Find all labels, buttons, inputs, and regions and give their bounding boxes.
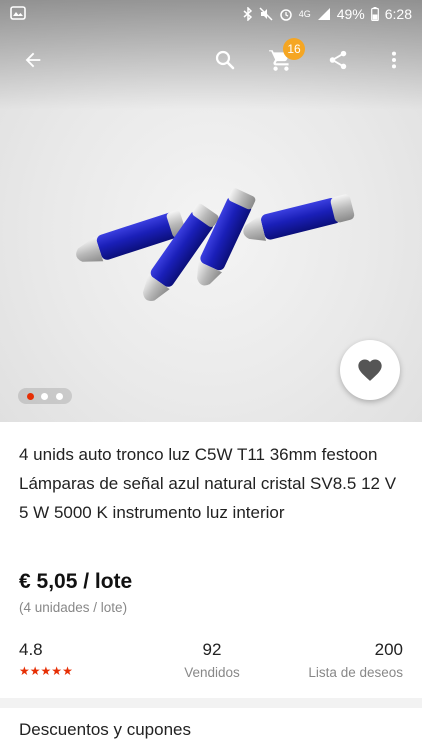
more-options-button[interactable] [372,36,416,84]
star-icon: ★ [19,664,30,678]
bluetooth-icon [243,7,253,21]
search-icon [215,50,235,70]
rating-stars[interactable]: ★★★★★ [19,664,73,678]
gallery-notification-icon [10,5,26,23]
carousel-dot[interactable] [26,392,34,400]
clock-time: 6:28 [384,6,412,22]
cart-count-badge: 16 [283,38,305,60]
share-button[interactable] [316,36,360,84]
star-icon: ★ [29,664,41,678]
wishlist-count: 200 [374,640,403,659]
battery-percent: 49% [336,6,365,22]
arrow-left-icon [25,52,41,68]
top-toolbar: 16 [0,36,422,84]
network-type-label: 4G [298,9,311,19]
star-icon: ★ [40,664,52,678]
product-title: 4 unids auto tronco luz C5W T11 36mm fes… [19,445,397,522]
sold-label: Vendidos [184,665,240,680]
units-per-lot: (4 unidades / lote) [19,600,128,615]
carousel-indicator [18,388,72,404]
star-icon: ★ [62,664,73,678]
back-button[interactable] [11,36,55,84]
share-icon [329,50,347,70]
signal-icon [317,7,331,21]
heart-icon [358,359,382,381]
carousel-dot[interactable] [41,392,49,400]
more-vertical-icon [391,51,397,69]
product-price: € 5,05 / lote [19,570,133,593]
carousel-dot[interactable] [56,392,64,400]
status-bar: 4G 49% 6:28 [0,0,422,28]
battery-icon [370,7,379,21]
sold-count: 92 [202,640,222,659]
alarm-icon [279,7,293,21]
cart-button[interactable]: 16 [259,36,305,84]
mute-icon [259,7,273,21]
star-icon: ★ [51,664,63,678]
wishlist-button[interactable] [340,340,400,400]
section-divider [0,698,422,708]
rating-value: 4.8 [19,640,43,659]
wishlist-label[interactable]: Lista de deseos [308,665,403,680]
discounts-coupons-row[interactable]: Descuentos y cupones [19,720,191,740]
search-button[interactable] [203,36,247,84]
